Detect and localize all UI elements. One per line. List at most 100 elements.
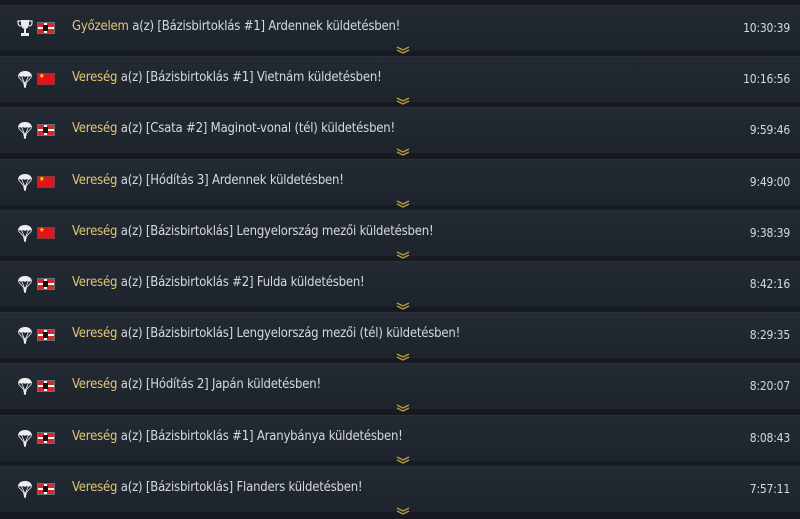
battle-time: 9:49:00 [749, 174, 790, 189]
battle-result: Vereség [72, 428, 118, 444]
parachute-icon [17, 480, 33, 498]
battle-message: Vereség a(z) [Bázisbirtoklás] Flanders k… [72, 479, 363, 495]
china-flag-icon: ★ [37, 175, 55, 188]
battle-result: Vereség [72, 275, 118, 290]
germany-flag-icon [37, 329, 55, 342]
expand-chevron-icon[interactable] [396, 244, 410, 259]
connector-text: a(z) [120, 326, 143, 342]
battle-time: 9:59:46 [749, 123, 790, 138]
battle-time: 8:29:35 [749, 328, 790, 343]
mission-name: [Bázisbirtoklás] Flanders [145, 479, 286, 495]
suffix-text: küldetésben! [247, 377, 321, 393]
battle-time: 8:20:07 [749, 379, 790, 394]
expand-chevron-icon[interactable] [396, 39, 410, 54]
battle-row[interactable]: ★ Vereség a(z) [Bázisbirtoklás #1] Vietná… [0, 56, 800, 105]
battle-row[interactable]: Vereség a(z) [Csata #2] Maginot-vonal (t… [0, 107, 800, 157]
parachute-icon [17, 224, 33, 242]
connector-text: a(z) [120, 377, 143, 393]
mission-name: [Bázisbirtoklás #2] Fulda [145, 275, 288, 290]
battle-message: Vereség a(z) [Bázisbirtoklás #2] Fulda k… [72, 275, 365, 290]
battle-row[interactable]: Vereség a(z) [Bázisbirtoklás] Flanders k… [0, 465, 800, 515]
suffix-text: küldetésben! [386, 326, 461, 342]
battle-message: Vereség a(z) [Hódítás 3] Ardennek küldet… [72, 173, 344, 188]
battle-result: Vereség [72, 70, 118, 86]
battle-message: Vereség a(z) [Bázisbirtoklás] Lengyelors… [72, 326, 460, 341]
expand-chevron-icon[interactable] [396, 90, 410, 105]
suffix-text: küldetésben! [328, 428, 403, 444]
suffix-text: küldetésben! [326, 19, 401, 34]
mission-name: [Csata #2] Maginot-vonal (tél) [145, 121, 318, 137]
parachute-icon [17, 173, 33, 191]
parachute-icon [17, 377, 33, 396]
battle-row[interactable]: Győzelem a(z) [Bázisbirtoklás #1] Ardenn… [0, 5, 800, 54]
trophy-icon [17, 19, 33, 37]
battle-result: Győzelem [72, 19, 129, 34]
battle-message: Vereség a(z) [Csata #2] Maginot-vonal (t… [72, 121, 395, 136]
battle-result: Vereség [72, 326, 118, 342]
battle-time: 8:08:43 [749, 430, 790, 445]
connector-text: a(z) [120, 172, 143, 188]
china-flag-icon: ★ [37, 226, 55, 239]
battle-row[interactable]: Vereség a(z) [Bázisbirtoklás #2] Fulda k… [0, 261, 800, 310]
mission-name: [Bázisbirtoklás] Lengyelország mezői [145, 223, 357, 239]
battle-result: Vereség [72, 121, 118, 137]
battle-result: Vereség [72, 377, 118, 393]
suffix-text: küldetésben! [307, 70, 382, 86]
battle-time: 7:57:11 [749, 481, 790, 496]
expand-chevron-icon[interactable] [396, 141, 410, 157]
china-flag-icon: ★ [37, 72, 55, 86]
battle-message: Vereség a(z) [Hódítás 2] Japán küldetésb… [72, 377, 321, 392]
battle-result: Vereség [72, 172, 118, 188]
expand-chevron-icon[interactable] [396, 295, 410, 310]
battle-row[interactable]: Vereség a(z) [Bázisbirtoklás] Lengyelors… [0, 312, 800, 361]
battle-time: 9:38:39 [749, 225, 790, 240]
mission-name: [Bázisbirtoklás #1] Vietnám [145, 70, 305, 86]
expand-chevron-icon[interactable] [396, 500, 410, 515]
parachute-icon [17, 275, 33, 293]
expand-chevron-icon[interactable] [396, 346, 410, 361]
parachute-icon [17, 70, 33, 88]
suffix-text: küldetésben! [321, 121, 396, 137]
mission-name: [Hódítás 3] Ardennek [145, 172, 267, 188]
germany-flag-icon [37, 278, 55, 290]
germany-flag-icon [37, 431, 55, 444]
germany-flag-icon [37, 380, 55, 393]
parachute-icon [17, 121, 33, 140]
mission-name: [Bázisbirtoklás] Lengyelország mezői (té… [145, 326, 383, 342]
expand-chevron-icon[interactable] [396, 397, 410, 413]
battle-row[interactable]: Vereség a(z) [Hódítás 2] Japán küldetésb… [0, 363, 800, 413]
expand-chevron-icon[interactable] [396, 193, 410, 208]
connector-text: a(z) [120, 223, 143, 239]
suffix-text: küldetésben! [288, 479, 363, 495]
mission-name: [Bázisbirtoklás #1] Ardennek [157, 19, 323, 34]
germany-flag-icon [37, 482, 55, 495]
battle-feed: Győzelem a(z) [Bázisbirtoklás #1] Ardenn… [0, 0, 800, 515]
battle-message: Vereség a(z) [Bázisbirtoklás #1] Vietnám… [72, 70, 382, 85]
battle-time: 10:30:39 [743, 21, 790, 35]
battle-row[interactable]: ★ Vereség a(z) [Bázisbirtoklás] Lengyelor… [0, 209, 800, 259]
suffix-text: küldetésben! [269, 172, 344, 188]
battle-row[interactable]: ★ Vereség a(z) [Hódítás 3] Ardennek külde… [0, 158, 800, 208]
germany-flag-icon [37, 124, 55, 137]
connector-text: a(z) [120, 275, 143, 290]
battle-message: Vereség a(z) [Bázisbirtoklás] Lengyelors… [72, 223, 434, 239]
battle-time: 10:16:56 [743, 72, 790, 87]
mission-name: [Bázisbirtoklás #1] Aranybánya [145, 428, 326, 444]
battle-result: Vereség [72, 223, 118, 239]
battle-row[interactable]: Vereség a(z) [Bázisbirtoklás #1] Aranybá… [0, 414, 800, 464]
connector-text: a(z) [120, 479, 143, 495]
connector-text: a(z) [120, 70, 143, 86]
germany-flag-icon [37, 22, 55, 34]
suffix-text: küldetésben! [290, 275, 365, 290]
battle-message: Győzelem a(z) [Bázisbirtoklás #1] Ardenn… [72, 19, 400, 34]
connector-text: a(z) [132, 19, 154, 34]
connector-text: a(z) [120, 428, 143, 444]
expand-chevron-icon[interactable] [396, 449, 410, 464]
battle-result: Vereség [72, 479, 118, 495]
parachute-icon [17, 429, 33, 447]
parachute-icon [17, 326, 33, 344]
battle-time: 8:42:16 [749, 277, 790, 291]
battle-message: Vereség a(z) [Bázisbirtoklás #1] Aranybá… [72, 429, 403, 444]
suffix-text: küldetésben! [359, 223, 434, 239]
connector-text: a(z) [120, 121, 143, 137]
